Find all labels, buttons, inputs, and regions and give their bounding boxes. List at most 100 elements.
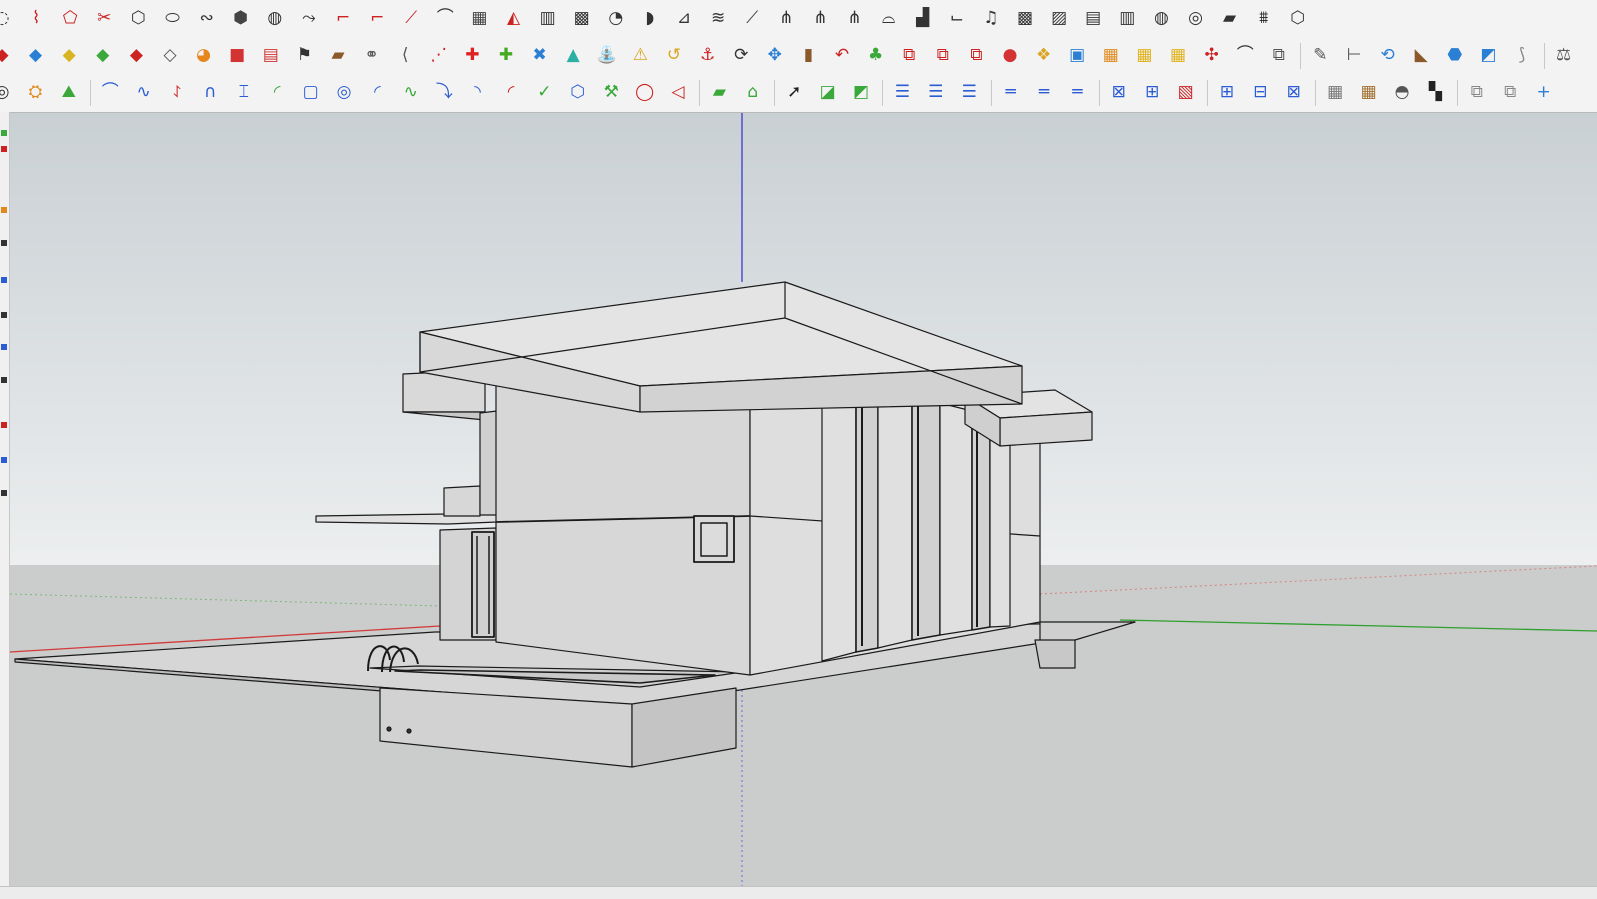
dash-add-tool-icon[interactable]: ═ [1030, 78, 1058, 106]
house-import-tool-icon[interactable]: ⌂ [739, 78, 767, 106]
ruler-tool-icon[interactable]: ⊢ [1340, 41, 1368, 69]
split-tool-icon[interactable]: ⟋ [397, 4, 425, 32]
add-blue-tool-icon[interactable]: + [1530, 78, 1558, 106]
oval-tool-icon[interactable]: ◯ [631, 78, 659, 106]
red-square-tool-icon[interactable]: ■ [223, 41, 251, 69]
ribbon-tool-icon[interactable]: ≋ [704, 4, 732, 32]
paint-roller-tool-icon[interactable]: ⟲ [1374, 41, 1402, 69]
grid-tool-icon[interactable]: ▦ [465, 4, 493, 32]
dome-tool-icon[interactable]: ◓ [1388, 78, 1416, 106]
orange-spiral-tool-icon[interactable]: ◕ [190, 41, 218, 69]
yellow-grid2-tool-icon[interactable]: ▦ [1164, 41, 1192, 69]
polyline-tool-icon[interactable]: ⌇ [22, 4, 50, 32]
red-cross-tool-icon[interactable]: ✚ [458, 41, 486, 69]
bend-tool-icon[interactable]: ⟨ [391, 41, 419, 69]
arc-red-tool-icon[interactable]: ◜ [497, 78, 525, 106]
green-plane-tool-icon[interactable]: ◆ [89, 41, 117, 69]
paste-tool-icon[interactable]: ⧉ [1496, 78, 1524, 106]
window-frame3-tool-icon[interactable]: ⊠ [1280, 78, 1308, 106]
i-beam-tool-icon[interactable]: ⌶ [230, 78, 258, 106]
fork2-tool-icon[interactable]: ⋔ [806, 4, 834, 32]
link-tool-icon[interactable]: ⚭ [358, 41, 386, 69]
anchor-tool-icon[interactable]: ⚓ [694, 41, 722, 69]
rounded-rect-tool-icon[interactable]: ▢ [297, 78, 325, 106]
brick-tool-icon[interactable]: ▰ [324, 41, 352, 69]
frame-tool-icon[interactable]: ▣ [1063, 41, 1091, 69]
pattern-tool-icon[interactable]: ❖ [1030, 41, 1058, 69]
intersect-tool-icon[interactable]: ✂ [90, 4, 118, 32]
refresh-tool-icon[interactable]: ⟳ [727, 41, 755, 69]
cross-frame-tool-icon[interactable]: ⊠ [1105, 78, 1133, 106]
fountain-tool-icon[interactable]: ⛲ [593, 41, 621, 69]
sweep-tool-icon[interactable]: ⌒ [431, 4, 459, 32]
sphere-tool-icon[interactable]: ◍ [261, 4, 289, 32]
yellow-plane-tool-icon[interactable]: ◆ [55, 41, 83, 69]
scale-balance-tool-icon[interactable]: ⚖ [1550, 41, 1578, 69]
green-scale-tool-icon[interactable]: ◪ [814, 78, 842, 106]
music-tool-icon[interactable]: ♫ [977, 4, 1005, 32]
circle-dot-tool-icon[interactable]: ◎ [0, 78, 16, 106]
chair-tool-icon[interactable]: ⌙ [943, 4, 971, 32]
tile-tool-icon[interactable]: ▦ [1321, 78, 1349, 106]
fork3-tool-icon[interactable]: ⋔ [841, 4, 869, 32]
corner-tool-icon[interactable]: ⌐ [329, 4, 357, 32]
bucket-tool-icon[interactable]: ⬣ [1441, 41, 1469, 69]
hook-curve-tool-icon[interactable]: ⤵ [430, 78, 458, 106]
columns-tool-icon[interactable]: ▥ [534, 4, 562, 32]
pencil-tool-icon[interactable]: ✎ [1306, 41, 1334, 69]
n-curve-tool-icon[interactable]: ∩ [196, 78, 224, 106]
tile-color-tool-icon[interactable]: ▦ [1355, 78, 1383, 106]
window-frame-tool-icon[interactable]: ⊞ [1213, 78, 1241, 106]
hatch-tool-icon[interactable]: ▨ [1045, 4, 1073, 32]
box-rotate-tool-icon[interactable]: ⧉ [929, 41, 957, 69]
extrude-tool-icon[interactable]: ⤳ [295, 4, 323, 32]
wrench-tool-icon[interactable]: ⚒ [597, 78, 625, 106]
eraser-tool-icon[interactable]: ⬠ [56, 4, 84, 32]
fade-tool-icon[interactable]: ⟆ [1508, 41, 1536, 69]
green-cross-tool-icon[interactable]: ✚ [492, 41, 520, 69]
loft-tool-icon[interactable]: ∾ [193, 4, 221, 32]
spiral-tool-icon[interactable]: ◎ [330, 78, 358, 106]
check-curve-tool-icon[interactable]: ✓ [530, 78, 558, 106]
wedge-brown-tool-icon[interactable]: ◣ [1407, 41, 1435, 69]
layer-tool-icon[interactable]: ◩ [1474, 41, 1502, 69]
cone-tool-icon[interactable]: ▲ [559, 41, 587, 69]
bag-tool-icon[interactable]: ⛭ [21, 78, 49, 106]
box-scale-tool-icon[interactable]: ⧉ [962, 41, 990, 69]
align-lines-add-tool-icon[interactable]: ☰ [922, 78, 950, 106]
flag-tool-icon[interactable]: ▰ [1216, 4, 1244, 32]
3d-viewport[interactable] [10, 113, 1597, 886]
connect-tool-icon[interactable]: ⧉ [1265, 41, 1293, 69]
align-lines-tool-icon[interactable]: ☰ [888, 78, 916, 106]
leaf-tool-icon[interactable]: ◗ [636, 4, 664, 32]
box-material-tool-icon[interactable]: ▮ [794, 41, 822, 69]
cage-tool-icon[interactable]: ▩ [568, 4, 596, 32]
curve-points-tool-icon[interactable]: ⌒ [1231, 41, 1259, 69]
blade-tool-icon[interactable]: ⟋ [738, 4, 766, 32]
soften-tool-icon[interactable]: ⬡ [124, 4, 152, 32]
vine-tool-icon[interactable]: ⥌ [163, 78, 191, 106]
blue-x-tool-icon[interactable]: ✖ [526, 41, 554, 69]
pages-tool-icon[interactable]: ▥ [1113, 4, 1141, 32]
orange-grid-tool-icon[interactable]: ▦ [1097, 41, 1125, 69]
move-axis-tool-icon[interactable]: ✥ [761, 41, 789, 69]
green-arc-tool-icon[interactable]: ◜ [263, 78, 291, 106]
twist-tool-icon[interactable]: ⩩ [1250, 4, 1278, 32]
undo-arc-tool-icon[interactable]: ↶ [828, 41, 856, 69]
align-lines-remove-tool-icon[interactable]: ☰ [955, 78, 983, 106]
gem-tool-icon[interactable]: ⬡ [1284, 4, 1312, 32]
wave-tool-icon[interactable]: ∿ [397, 78, 425, 106]
outline-plane-tool-icon[interactable]: ◇ [156, 41, 184, 69]
arc-curve-tool-icon[interactable]: ⌒ [96, 78, 124, 106]
node-tool-icon[interactable]: ⋰ [425, 41, 453, 69]
terrain-tool-icon[interactable]: ⛰ [55, 78, 83, 106]
zigzag-tool-icon[interactable]: ∿ [130, 78, 158, 106]
book-green-tool-icon[interactable]: ▰ [705, 78, 733, 106]
dash-remove-tool-icon[interactable]: ═ [1063, 78, 1091, 106]
book-tool-icon[interactable]: ▤ [1079, 4, 1107, 32]
fork-tool-icon[interactable]: ⋔ [772, 4, 800, 32]
green-scale2-tool-icon[interactable]: ◩ [847, 78, 875, 106]
shell-tool-icon[interactable]: ◔ [602, 4, 630, 32]
grid-frame-tool-icon[interactable]: ⊞ [1138, 78, 1166, 106]
smooth-tool-icon[interactable]: ⬭ [159, 4, 187, 32]
